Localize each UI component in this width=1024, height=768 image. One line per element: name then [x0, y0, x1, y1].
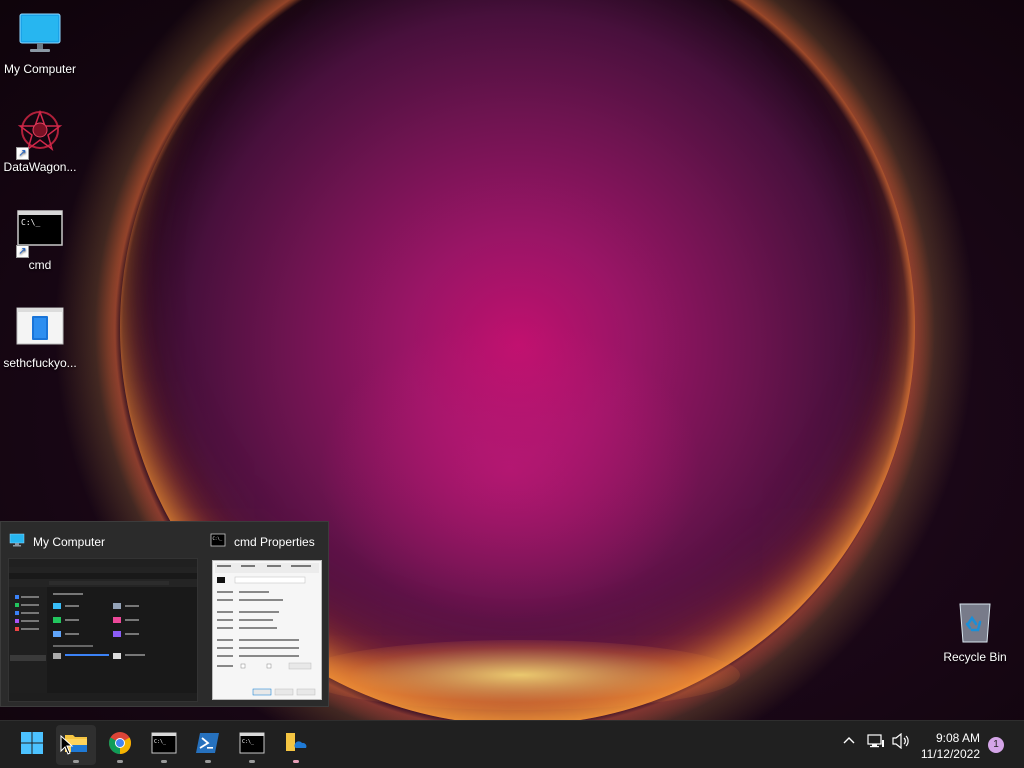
taskbar-cmd[interactable]: C:\_ — [144, 725, 184, 765]
desktop-icon-cmd[interactable]: C:\_ ↗ cmd — [0, 206, 80, 272]
preview-title: C:\_ cmd Properties — [210, 532, 315, 551]
datawagon-logo-icon: ↗ — [16, 108, 64, 160]
running-indicator — [293, 760, 299, 763]
clock-date: 11/12/2022 — [920, 747, 980, 761]
terminal-icon: C:\_ — [151, 732, 177, 759]
clock-time: 9:08 AM — [935, 731, 980, 745]
taskbar-cmd-2[interactable]: C:\_ — [232, 725, 272, 765]
running-indicator — [161, 760, 167, 763]
preview-window-my-computer[interactable]: My Computer — [1, 522, 206, 708]
document-icon — [16, 304, 64, 352]
desktop-icon-my-computer[interactable]: My Computer — [0, 10, 80, 76]
desktop-icon-recycle-bin[interactable]: Recycle Bin — [935, 598, 1015, 664]
shortcut-arrow-icon: ↗ — [16, 147, 29, 160]
terminal-icon: C:\_ — [210, 532, 226, 551]
taskbar-preview-popup: My Computer C:\_ cmd Properties — [0, 521, 329, 707]
desktop-icon-datawagon[interactable]: ↗ DataWagon... — [0, 108, 80, 174]
powershell-icon — [196, 732, 220, 759]
taskbar: C:\_ C:\_ 9:08 AM 11/12/2022 1 — [0, 720, 1024, 768]
show-hidden-icons-chevron-icon[interactable] — [842, 733, 856, 750]
running-indicator — [205, 760, 211, 763]
desktop-icon-sethc[interactable]: sethcfuckyo... — [0, 304, 80, 370]
file-explorer-thumbnail — [8, 558, 198, 702]
running-indicator — [117, 760, 123, 763]
preview-title-label: cmd Properties — [234, 534, 315, 549]
monitor-icon — [16, 10, 64, 58]
taskbar-onedrive-folder[interactable] — [276, 725, 316, 765]
preview-title: My Computer — [9, 532, 105, 551]
desktop-icon-label: DataWagon... — [3, 160, 77, 174]
svg-text:C:\_: C:\_ — [242, 739, 255, 745]
desktop-icon-label: Recycle Bin — [943, 650, 1007, 664]
properties-dialog-thumbnail — [212, 560, 322, 700]
desktop-icon-label: sethcfuckyo... — [3, 356, 77, 370]
onedrive-folder-icon — [283, 731, 309, 760]
system-clock[interactable]: 9:08 AM 11/12/2022 — [921, 730, 980, 762]
desktop-icon-label: My Computer — [3, 62, 77, 76]
windows-logo-icon — [20, 731, 44, 760]
volume-icon[interactable] — [891, 732, 911, 752]
svg-text:C:\_: C:\_ — [213, 536, 223, 541]
running-indicator — [73, 760, 79, 763]
recycle-bin-icon — [951, 598, 999, 646]
monitor-icon — [9, 532, 25, 551]
wallpaper-orb-highlight — [300, 640, 740, 710]
preview-window-cmd-properties[interactable]: C:\_ cmd Properties — [206, 522, 330, 708]
running-indicator — [249, 760, 255, 763]
taskbar-chrome[interactable] — [100, 725, 140, 765]
start-button[interactable] — [12, 725, 52, 765]
preview-title-label: My Computer — [33, 534, 106, 549]
terminal-icon: C:\_ ↗ — [16, 206, 64, 258]
notification-badge[interactable]: 1 — [988, 737, 1004, 753]
svg-text:C:\_: C:\_ — [21, 218, 40, 227]
svg-text:C:\_: C:\_ — [154, 739, 167, 745]
shortcut-arrow-icon: ↗ — [16, 245, 29, 258]
chrome-icon — [108, 731, 132, 760]
desktop-icon-label: cmd — [28, 258, 52, 272]
network-icon[interactable] — [867, 733, 885, 752]
mouse-cursor-icon — [60, 734, 74, 760]
terminal-icon: C:\_ — [239, 732, 265, 759]
taskbar-powershell[interactable] — [188, 725, 228, 765]
